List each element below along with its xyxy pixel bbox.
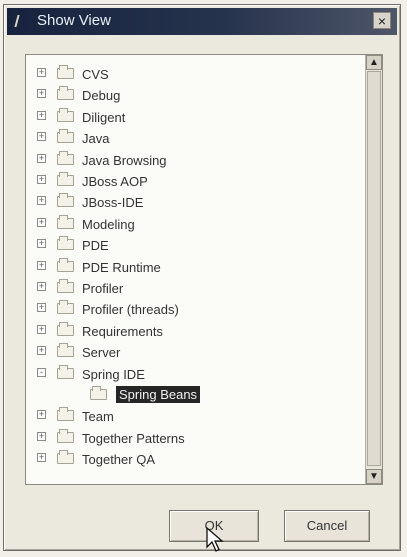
tree-item-label: Server [82,345,121,361]
tree-list: + CVS + Debug + Diligent + Java + Java Browsing + J… [26,55,366,484]
folder-icon [57,450,74,465]
expand-icon[interactable]: + [37,196,46,206]
tree-item-label: Debug [82,88,121,104]
folder-icon [57,172,74,186]
tree-item-label: CVS [82,67,109,82]
tree-item[interactable]: + Java Browsing [26,150,366,169]
folder-icon [57,86,74,101]
scroll-up-button[interactable]: ▲ [366,55,382,70]
tree-item[interactable]: + Modeling [26,214,366,233]
expand-icon[interactable]: + [37,324,46,334]
folder-icon [57,300,74,315]
tree-item-label: Spring IDE [82,366,145,382]
expand-icon[interactable]: + [37,68,46,77]
folder-icon [57,428,74,443]
folder-icon [57,236,74,251]
tree-item[interactable]: + Diligent [26,107,366,126]
tree-item[interactable]: + Together QA [26,450,366,468]
scroll-down-button[interactable]: ▼ [366,469,382,484]
tree-item[interactable]: + Profiler [26,279,366,297]
expand-icon[interactable]: + [37,410,46,420]
show-view-dialog: Show View × + CVS + Debug + Diligent + Java + Jav… [3,4,401,552]
dialog-titlebar[interactable]: Show View × [7,8,397,35]
tree-item[interactable]: + PDE Runtime [26,257,366,276]
scroll-thumb[interactable] [367,71,381,466]
folder-icon [57,214,74,229]
tree-item[interactable]: + Team [26,407,366,425]
tree-item-label: PDE [82,238,109,254]
tree-item-label: Java [82,131,110,147]
window-icon [14,15,28,27]
folder-icon [57,150,74,165]
expand-icon[interactable]: + [37,132,46,142]
tree-item-label: Java Browsing [82,152,167,168]
expand-icon[interactable]: + [37,453,46,463]
folder-icon [57,407,74,422]
tree-item[interactable]: Spring Beans [26,386,366,404]
tree-item[interactable]: + PDE [26,236,366,254]
folder-icon [57,343,74,358]
tree-item[interactable]: + CVS [26,65,366,83]
tree-item[interactable]: + JBoss-IDE [26,193,366,211]
folder-icon [57,321,74,336]
view-tree[interactable]: + CVS + Debug + Diligent + Java + Java Browsing + J… [25,54,383,485]
folder-icon [57,193,74,208]
folder-icon [57,257,74,272]
expand-icon[interactable]: + [37,89,46,99]
tree-item[interactable]: + Together Patterns [26,428,366,447]
tree-item-label: Team [82,409,114,425]
tree-item-label: JBoss AOP [82,174,148,189]
tree-item-label: Diligent [82,109,126,125]
tree-item[interactable]: + Server [26,343,366,361]
tree-item-label: PDE Runtime [82,259,161,275]
expand-icon[interactable]: + [37,346,46,356]
tree-item[interactable]: + JBoss AOP [26,172,366,190]
expand-icon[interactable]: + [37,282,46,291]
expand-icon[interactable]: + [37,260,46,270]
vertical-scrollbar[interactable]: ▲ ▼ [365,55,382,484]
folder-icon [57,364,74,379]
tree-item-label: JBoss-IDE [82,195,144,211]
tree-item[interactable]: + Requirements [26,321,366,340]
tree-item-label: Spring Beans [116,386,201,403]
collapse-icon[interactable]: - [37,367,46,377]
tree-item[interactable]: - Spring IDE [26,364,366,383]
expand-icon[interactable]: + [37,153,46,163]
dialog-title: Show View [37,12,111,29]
expand-icon[interactable]: + [37,303,46,313]
close-button[interactable]: × [373,12,391,29]
tree-item-label: Requirements [82,323,163,339]
folder-icon [57,107,74,122]
mouse-cursor-icon [206,527,224,552]
tree-item-label: Profiler [82,281,124,296]
tree-item[interactable]: + Profiler (threads) [26,300,366,318]
folder-icon [57,129,74,144]
cancel-button[interactable]: Cancel [284,510,370,542]
expand-icon[interactable]: + [37,239,46,249]
tree-item-label: Modeling [82,216,135,232]
expand-icon[interactable]: + [37,175,46,184]
tree-item-label: Together Patterns [82,430,185,446]
tree-item-label: Together QA [82,452,155,468]
folder-icon [90,386,107,400]
expand-icon[interactable]: + [37,431,46,441]
folder-icon [57,65,74,79]
folder-icon [57,279,74,293]
expand-icon[interactable]: + [37,217,46,227]
tree-item-label: Profiler (threads) [82,302,179,318]
tree-item[interactable]: + Debug [26,86,366,104]
tree-item[interactable]: + Java [26,129,366,147]
expand-icon[interactable]: + [37,110,46,120]
